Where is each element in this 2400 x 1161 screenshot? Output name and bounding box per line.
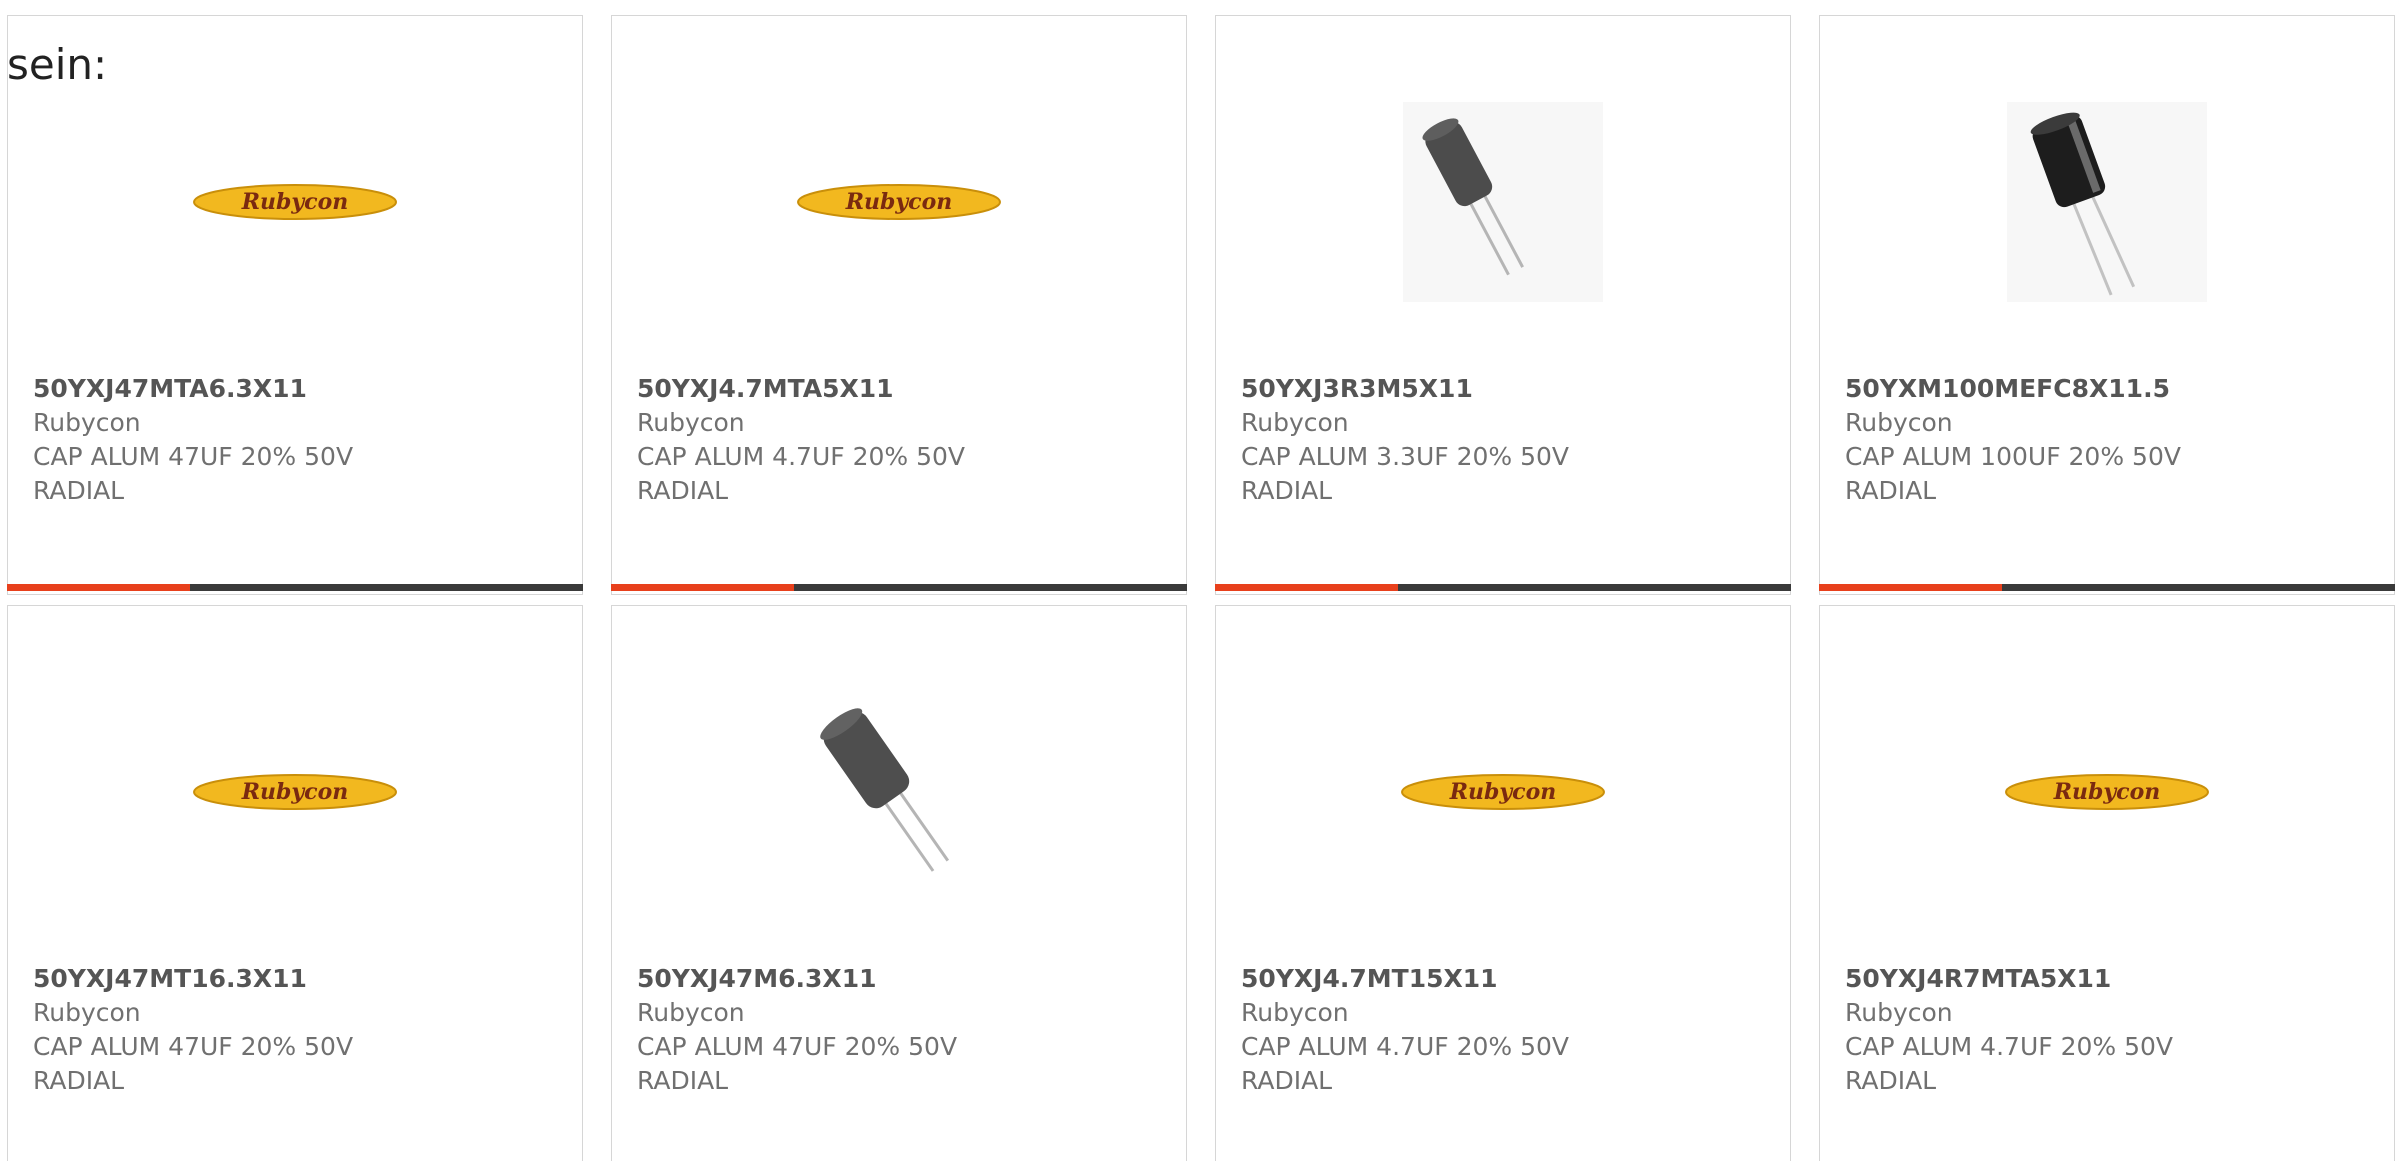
rubycon-logo: Rubycon	[1401, 773, 1605, 811]
product-description: CAP ALUM 4.7UF 20% 50V	[1845, 1032, 2173, 1061]
product-info: 50YXJ47M6.3X11 Rubycon CAP ALUM 47UF 20%…	[637, 962, 1166, 1098]
logo-text: Rubycon	[1449, 779, 1557, 805]
product-card[interactable]: 50YXJ3R3M5X11 Rubycon CAP ALUM 3.3UF 20%…	[1215, 15, 1791, 595]
product-grid-page: Rubycon 50YXJ47MTA6.3X11 Rubycon CAP ALU…	[0, 0, 2400, 1161]
product-image	[612, 660, 1186, 924]
part-number-link[interactable]: 50YXJ4.7MT15X11	[1241, 962, 1770, 996]
brand-name: Rubycon	[637, 408, 745, 437]
product-info: 50YXJ47MT16.3X11 Rubycon CAP ALUM 47UF 2…	[33, 962, 562, 1098]
product-description: CAP ALUM 47UF 20% 50V	[637, 1032, 958, 1061]
card-accent-bar	[7, 584, 190, 591]
card-footer-bar	[7, 584, 583, 591]
brand-name: Rubycon	[1845, 998, 1953, 1027]
card-footer-bar	[1819, 584, 2395, 591]
product-image: Rubycon	[1820, 660, 2394, 924]
product-description: CAP ALUM 47UF 20% 50V	[33, 442, 354, 471]
part-number-link[interactable]: 50YXJ3R3M5X11	[1241, 372, 1770, 406]
product-description: CAP ALUM 47UF 20% 50V	[33, 1032, 354, 1061]
part-number-link[interactable]: 50YXJ47MT16.3X11	[33, 962, 562, 996]
part-number-link[interactable]: 50YXJ4R7MTA5X11	[1845, 962, 2374, 996]
card-footer-bar	[611, 584, 1187, 591]
rubycon-logo: Rubycon	[2005, 773, 2209, 811]
section-heading: sein:	[7, 40, 108, 89]
product-image: Rubycon	[612, 70, 1186, 334]
package-type: RADIAL	[1241, 1066, 1333, 1095]
product-card[interactable]: Rubycon 50YXJ47MTA6.3X11 Rubycon CAP ALU…	[7, 15, 583, 595]
product-image: Rubycon	[8, 660, 582, 924]
product-image: Rubycon	[8, 70, 582, 334]
logo-text: Rubycon	[241, 779, 349, 805]
package-type: RADIAL	[1845, 476, 1937, 505]
package-type: RADIAL	[33, 1066, 125, 1095]
product-card[interactable]: Rubycon 50YXJ47MT16.3X11 Rubycon CAP ALU…	[7, 605, 583, 1161]
card-accent-bar	[1819, 584, 2002, 591]
product-info: 50YXM100MEFC8X11.5 Rubycon CAP ALUM 100U…	[1845, 372, 2374, 508]
product-info: 50YXJ3R3M5X11 Rubycon CAP ALUM 3.3UF 20%…	[1241, 372, 1770, 508]
package-type: RADIAL	[1241, 476, 1333, 505]
part-number-link[interactable]: 50YXJ47M6.3X11	[637, 962, 1166, 996]
product-card[interactable]: Rubycon 50YXJ4.7MTA5X11 Rubycon CAP ALUM…	[611, 15, 1187, 595]
capacitor-photo-black	[2007, 102, 2207, 302]
product-image: Rubycon	[1216, 660, 1790, 924]
package-type: RADIAL	[637, 476, 729, 505]
product-description: CAP ALUM 3.3UF 20% 50V	[1241, 442, 1569, 471]
product-description: CAP ALUM 4.7UF 20% 50V	[637, 442, 965, 471]
logo-text: Rubycon	[845, 189, 953, 215]
capacitor-photo	[1403, 102, 1603, 302]
brand-name: Rubycon	[1241, 408, 1349, 437]
logo-text: Rubycon	[2053, 779, 2161, 805]
product-info: 50YXJ4.7MTA5X11 Rubycon CAP ALUM 4.7UF 2…	[637, 372, 1166, 508]
rubycon-logo: Rubycon	[797, 183, 1001, 221]
card-accent-bar	[1215, 584, 1398, 591]
product-info: 50YXJ47MTA6.3X11 Rubycon CAP ALUM 47UF 2…	[33, 372, 562, 508]
package-type: RADIAL	[1845, 1066, 1937, 1095]
product-card[interactable]: 50YXM100MEFC8X11.5 Rubycon CAP ALUM 100U…	[1819, 15, 2395, 595]
product-info: 50YXJ4R7MTA5X11 Rubycon CAP ALUM 4.7UF 2…	[1845, 962, 2374, 1098]
capacitor-photo	[799, 692, 999, 892]
product-description: CAP ALUM 100UF 20% 50V	[1845, 442, 2181, 471]
part-number-link[interactable]: 50YXJ47MTA6.3X11	[33, 372, 562, 406]
package-type: RADIAL	[637, 1066, 729, 1095]
part-number-link[interactable]: 50YXM100MEFC8X11.5	[1845, 372, 2374, 406]
product-card-grid: Rubycon 50YXJ47MTA6.3X11 Rubycon CAP ALU…	[0, 0, 2400, 1161]
rubycon-logo: Rubycon	[193, 773, 397, 811]
product-card[interactable]: 50YXJ47M6.3X11 Rubycon CAP ALUM 47UF 20%…	[611, 605, 1187, 1161]
product-description: CAP ALUM 4.7UF 20% 50V	[1241, 1032, 1569, 1061]
brand-name: Rubycon	[33, 998, 141, 1027]
brand-name: Rubycon	[1241, 998, 1349, 1027]
card-footer-bar	[1215, 584, 1791, 591]
product-image	[1820, 70, 2394, 334]
product-card[interactable]: Rubycon 50YXJ4R7MTA5X11 Rubycon CAP ALUM…	[1819, 605, 2395, 1161]
rubycon-logo: Rubycon	[193, 183, 397, 221]
part-number-link[interactable]: 50YXJ4.7MTA5X11	[637, 372, 1166, 406]
card-accent-bar	[611, 584, 794, 591]
brand-name: Rubycon	[33, 408, 141, 437]
package-type: RADIAL	[33, 476, 125, 505]
product-info: 50YXJ4.7MT15X11 Rubycon CAP ALUM 4.7UF 2…	[1241, 962, 1770, 1098]
product-image	[1216, 70, 1790, 334]
logo-text: Rubycon	[241, 189, 349, 215]
brand-name: Rubycon	[637, 998, 745, 1027]
product-card[interactable]: Rubycon 50YXJ4.7MT15X11 Rubycon CAP ALUM…	[1215, 605, 1791, 1161]
brand-name: Rubycon	[1845, 408, 1953, 437]
